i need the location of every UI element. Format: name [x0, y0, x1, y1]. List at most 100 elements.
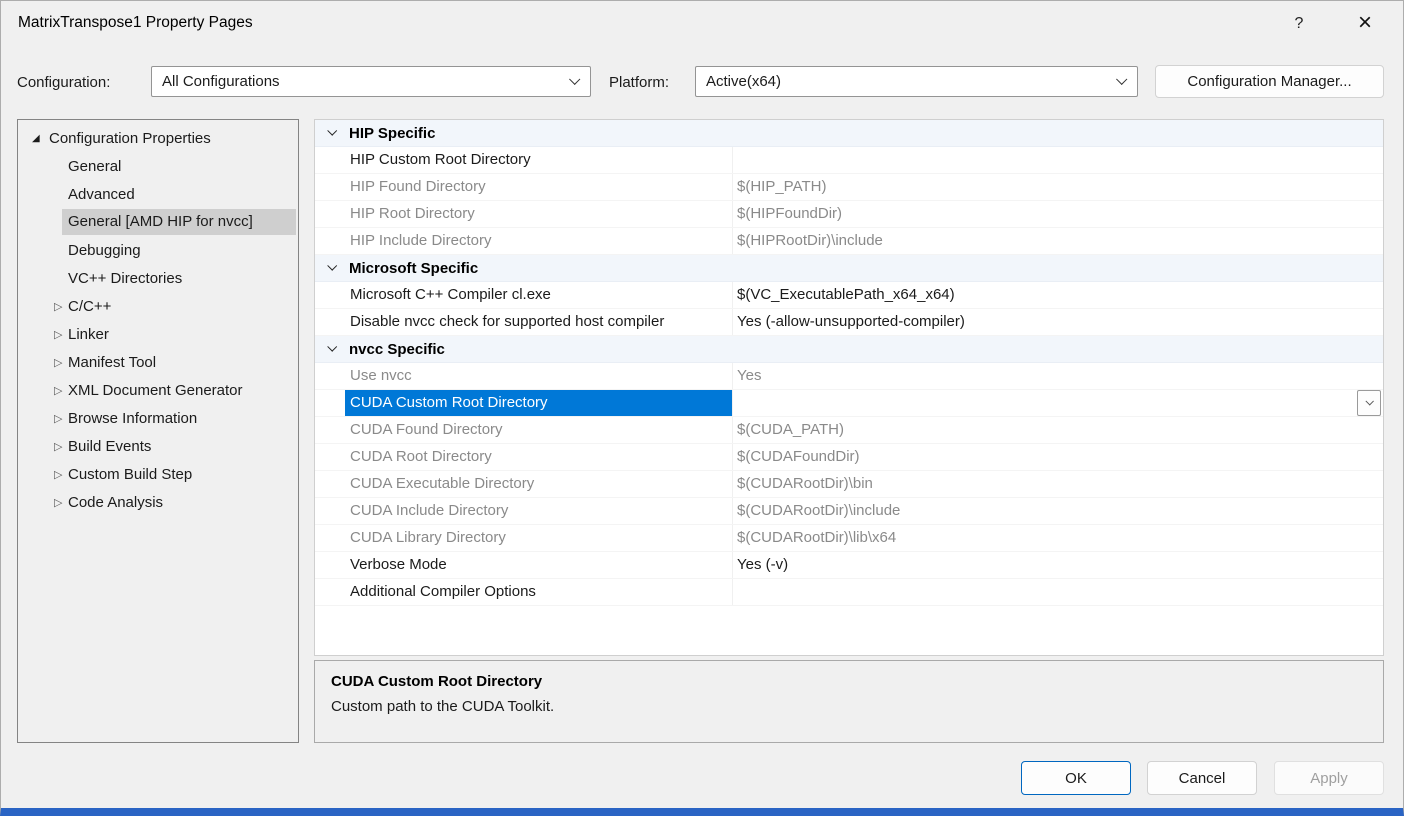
property-value[interactable]: $(HIP_PATH) [732, 174, 1383, 200]
property-row[interactable]: Use nvcc Yes [315, 363, 1383, 390]
property-row-selected[interactable]: CUDA Custom Root Directory [315, 390, 1383, 417]
property-name[interactable]: CUDA Found Directory [345, 417, 732, 443]
property-name[interactable]: HIP Custom Root Directory [345, 147, 732, 173]
property-name[interactable]: Use nvcc [345, 363, 732, 389]
help-icon[interactable]: ? [1283, 10, 1315, 38]
property-value[interactable]: $(CUDA_PATH) [732, 417, 1383, 443]
ok-button[interactable]: OK [1021, 761, 1131, 795]
configuration-manager-button[interactable]: Configuration Manager... [1155, 65, 1384, 98]
configuration-dropdown[interactable]: All Configurations [151, 66, 591, 97]
close-icon[interactable]: × [1343, 7, 1387, 40]
property-value[interactable]: $(CUDARootDir)\include [732, 498, 1383, 524]
property-value[interactable]: Yes [732, 363, 1383, 389]
property-row[interactable]: CUDA Library Directory $(CUDARootDir)\li… [315, 525, 1383, 552]
property-grid: HIP Specific HIP Custom Root Directory H… [314, 119, 1384, 656]
property-value[interactable] [732, 147, 1383, 173]
property-value[interactable]: Yes (-allow-unsupported-compiler) [732, 309, 1383, 335]
tree-item-general[interactable]: General [18, 152, 296, 180]
tree-item-general-amd-hip-for-nvcc[interactable]: General [AMD HIP for nvcc] [18, 208, 296, 236]
property-pages-dialog: MatrixTranspose1 Property Pages ? × Conf… [0, 0, 1404, 816]
property-name[interactable]: HIP Include Directory [345, 228, 732, 254]
collapsed-triangle-icon: ▷ [54, 440, 65, 453]
property-name[interactable]: Additional Compiler Options [345, 579, 732, 605]
property-row[interactable]: HIP Include Directory $(HIPRootDir)\incl… [315, 228, 1383, 255]
section-header-microsoft-specific[interactable]: Microsoft Specific [315, 255, 1383, 282]
row-gutter [315, 498, 345, 524]
property-row[interactable]: HIP Root Directory $(HIPFoundDir) [315, 201, 1383, 228]
property-value[interactable]: $(HIPFoundDir) [732, 201, 1383, 227]
tree-item-advanced[interactable]: Advanced [18, 180, 296, 208]
property-row[interactable]: HIP Found Directory $(HIP_PATH) [315, 174, 1383, 201]
property-row[interactable]: CUDA Include Directory $(CUDARootDir)\in… [315, 498, 1383, 525]
property-row[interactable]: CUDA Found Directory $(CUDA_PATH) [315, 417, 1383, 444]
property-name[interactable]: CUDA Root Directory [345, 444, 732, 470]
tree-item-manifest-tool[interactable]: ▷ Manifest Tool [18, 348, 296, 376]
tree-item-code-analysis[interactable]: ▷ Code Analysis [18, 488, 296, 516]
property-value[interactable]: Yes (-v) [732, 552, 1383, 578]
property-row[interactable]: Verbose Mode Yes (-v) [315, 552, 1383, 579]
row-gutter [315, 282, 345, 308]
tree-item-vcpp-directories[interactable]: VC++ Directories [18, 264, 296, 292]
property-name[interactable]: CUDA Executable Directory [345, 471, 732, 497]
tree-item-build-events[interactable]: ▷ Build Events [18, 432, 296, 460]
property-row[interactable]: Additional Compiler Options [315, 579, 1383, 606]
row-gutter [315, 309, 345, 335]
property-value[interactable]: $(CUDARootDir)\bin [732, 471, 1383, 497]
property-value[interactable]: $(CUDARootDir)\lib\x64 [732, 525, 1383, 551]
property-name[interactable]: HIP Root Directory [345, 201, 732, 227]
chevron-down-icon [569, 74, 580, 85]
property-value[interactable] [732, 390, 1383, 416]
property-value[interactable]: $(HIPRootDir)\include [732, 228, 1383, 254]
property-name[interactable]: CUDA Include Directory [345, 498, 732, 524]
tree-item-xml-document-generator[interactable]: ▷ XML Document Generator [18, 376, 296, 404]
section-header-nvcc-specific[interactable]: nvcc Specific [315, 336, 1383, 363]
collapsed-triangle-icon: ▷ [54, 328, 65, 341]
property-name[interactable]: CUDA Custom Root Directory [345, 390, 732, 416]
configuration-label: Configuration: [17, 74, 110, 91]
property-value[interactable]: $(CUDAFoundDir) [732, 444, 1383, 470]
property-value[interactable]: $(VC_ExecutablePath_x64_x64) [732, 282, 1383, 308]
property-name[interactable]: CUDA Library Directory [345, 525, 732, 551]
platform-label: Platform: [609, 74, 669, 91]
row-gutter [315, 363, 345, 389]
collapsed-triangle-icon: ▷ [54, 356, 65, 369]
row-gutter [315, 147, 345, 173]
collapsed-triangle-icon: ▷ [54, 412, 65, 425]
description-text: Custom path to the CUDA Toolkit. [331, 698, 1367, 715]
property-name[interactable]: Verbose Mode [345, 552, 732, 578]
property-row[interactable]: Disable nvcc check for supported host co… [315, 309, 1383, 336]
collapse-chevron-icon [327, 126, 337, 136]
property-name[interactable]: Microsoft C++ Compiler cl.exe [345, 282, 732, 308]
property-name[interactable]: HIP Found Directory [345, 174, 732, 200]
row-gutter [315, 552, 345, 578]
chevron-down-icon [1116, 74, 1127, 85]
property-value[interactable] [732, 579, 1383, 605]
apply-button[interactable]: Apply [1274, 761, 1384, 795]
collapse-chevron-icon [327, 342, 337, 352]
property-name[interactable]: Disable nvcc check for supported host co… [345, 309, 732, 335]
tree-item-custom-build-step[interactable]: ▷ Custom Build Step [18, 460, 296, 488]
row-gutter [315, 444, 345, 470]
tree-item-linker[interactable]: ▷ Linker [18, 320, 296, 348]
property-row[interactable]: CUDA Executable Directory $(CUDARootDir)… [315, 471, 1383, 498]
value-dropdown-button[interactable] [1357, 390, 1381, 416]
section-header-hip-specific[interactable]: HIP Specific [315, 120, 1383, 147]
platform-value: Active(x64) [706, 73, 781, 90]
collapsed-triangle-icon: ▷ [54, 384, 65, 397]
property-row[interactable]: HIP Custom Root Directory [315, 147, 1383, 174]
platform-dropdown[interactable]: Active(x64) [695, 66, 1138, 97]
description-panel: CUDA Custom Root Directory Custom path t… [314, 660, 1384, 743]
cancel-button[interactable]: Cancel [1147, 761, 1257, 795]
row-gutter [315, 228, 345, 254]
row-gutter [315, 390, 345, 416]
window-title: MatrixTranspose1 Property Pages [18, 14, 253, 32]
tree-item-c-cpp[interactable]: ▷ C/C++ [18, 292, 296, 320]
property-row[interactable]: Microsoft C++ Compiler cl.exe $(VC_Execu… [315, 282, 1383, 309]
row-gutter [315, 471, 345, 497]
property-row[interactable]: CUDA Root Directory $(CUDAFoundDir) [315, 444, 1383, 471]
tree-item-debugging[interactable]: Debugging [18, 236, 296, 264]
tree-item-browse-information[interactable]: ▷ Browse Information [18, 404, 296, 432]
tree-item-configuration-properties[interactable]: ◢ Configuration Properties [18, 124, 296, 152]
row-gutter [315, 579, 345, 605]
row-gutter [315, 201, 345, 227]
